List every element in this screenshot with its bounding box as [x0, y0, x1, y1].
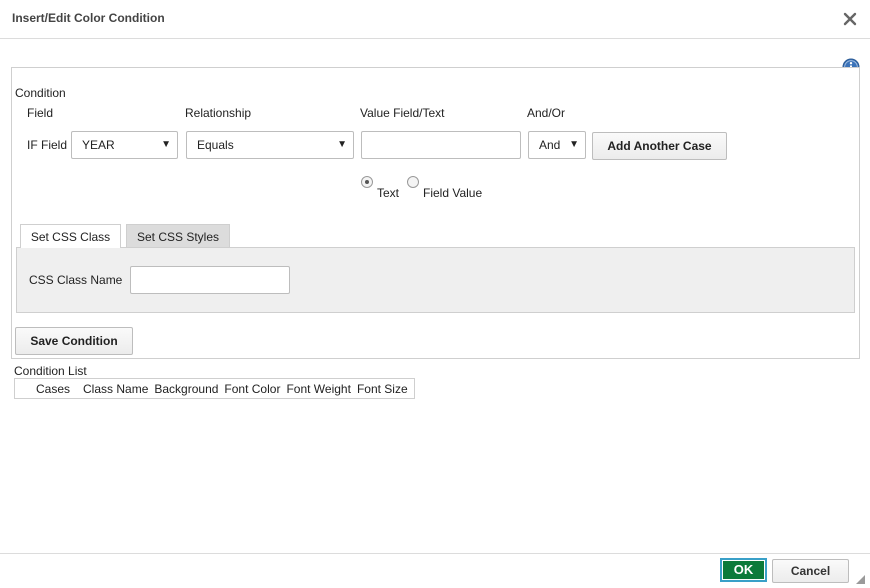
tab-set-css-styles[interactable]: Set CSS Styles: [126, 224, 230, 248]
value-input[interactable]: [361, 131, 521, 159]
condition-section-label: Condition: [15, 86, 66, 100]
text-radio[interactable]: [361, 176, 373, 188]
tab-set-css-class[interactable]: Set CSS Class: [20, 224, 121, 248]
condition-list-label: Condition List: [14, 364, 87, 378]
column-header-font-weight: Font Weight: [286, 381, 351, 396]
field-select-value: YEAR: [82, 138, 115, 152]
close-icon[interactable]: [842, 11, 858, 27]
column-header-class-name: Class Name: [83, 381, 149, 396]
relationship-select-value: Equals: [197, 138, 234, 152]
column-header-font-color: Font Color: [224, 381, 281, 396]
condition-list-table: Cases Class Name Background Font Color F…: [14, 378, 415, 399]
andor-select[interactable]: And ▼: [528, 131, 586, 159]
cancel-button[interactable]: Cancel: [772, 559, 849, 583]
text-radio-label: Text: [377, 186, 400, 200]
add-another-case-button[interactable]: Add Another Case: [592, 132, 727, 160]
relationship-select[interactable]: Equals ▼: [186, 131, 354, 159]
save-condition-button[interactable]: Save Condition: [15, 327, 133, 355]
column-header-background: Background: [154, 381, 219, 396]
dialog-title: Insert/Edit Color Condition: [12, 11, 165, 25]
andor-header: And/Or: [527, 106, 566, 120]
dialog-titlebar: Insert/Edit Color Condition: [0, 0, 870, 39]
column-header-cases: Cases: [36, 381, 71, 396]
css-class-name-label: CSS Class Name: [29, 273, 123, 287]
field-value-radio[interactable]: [407, 176, 419, 188]
css-class-name-input[interactable]: [130, 266, 290, 294]
dropdown-arrow-icon: ▼: [161, 139, 171, 150]
field-value-radio-label: Field Value: [423, 186, 483, 200]
ok-button-label: OK: [723, 561, 764, 579]
field-header: Field: [27, 106, 54, 120]
andor-select-value: And: [539, 138, 561, 152]
if-field-label: IF Field: [27, 138, 68, 152]
value-header: Value Field/Text: [360, 106, 445, 120]
column-header-font-size: Font Size: [356, 381, 408, 396]
ok-button[interactable]: OK: [720, 558, 767, 582]
dropdown-arrow-icon: ▼: [569, 139, 579, 150]
relationship-header: Relationship: [185, 106, 252, 120]
dropdown-arrow-icon: ▼: [337, 139, 347, 150]
resize-grip-icon[interactable]: [855, 574, 866, 585]
field-select[interactable]: YEAR ▼: [71, 131, 178, 159]
